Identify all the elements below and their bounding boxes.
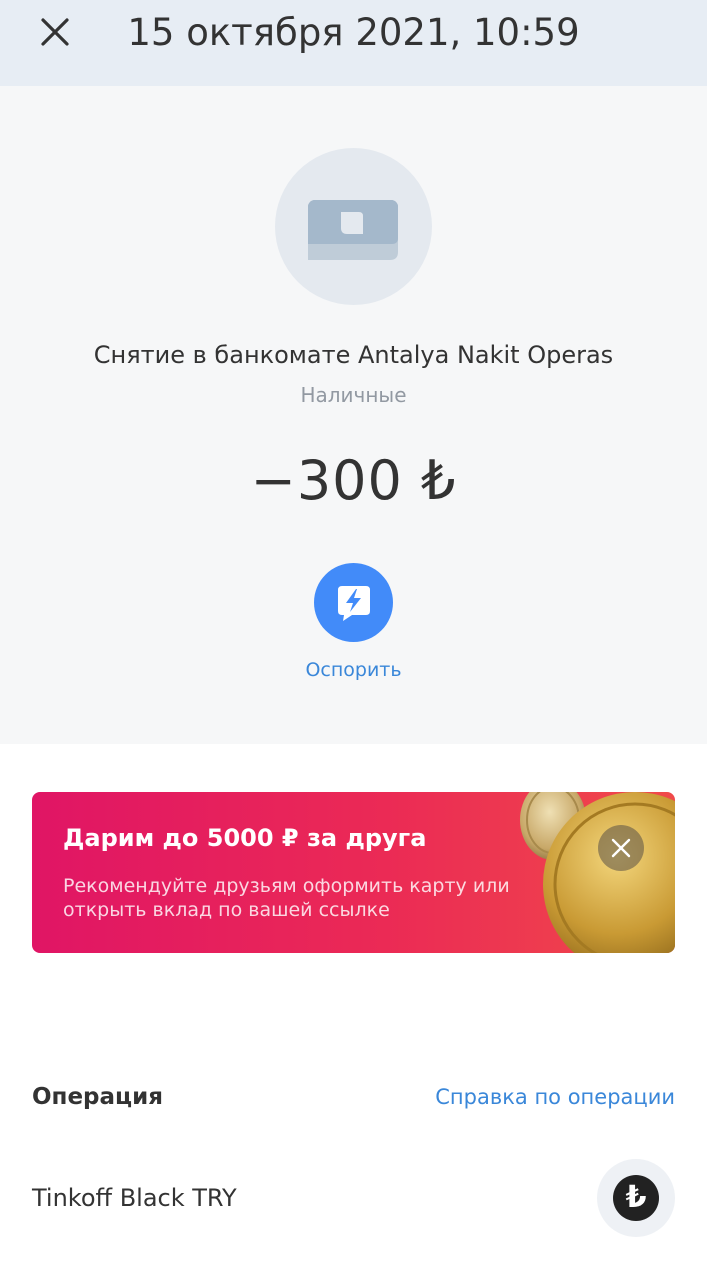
operation-name: Снятие в банкомате Antalya Nakit Operas bbox=[93, 341, 614, 369]
operation-help-link[interactable]: Справка по операции bbox=[435, 1083, 675, 1111]
coins-image bbox=[520, 792, 675, 953]
section-title: Операция bbox=[32, 1084, 163, 1110]
promo-close-button[interactable] bbox=[598, 825, 644, 871]
promo-title: Дарим до 5000 ₽ за друга bbox=[63, 824, 427, 852]
dispute-icon bbox=[337, 585, 370, 621]
close-icon bbox=[611, 838, 631, 858]
operation-summary: Снятие в банкомате Antalya Nakit Operas … bbox=[0, 86, 707, 744]
dispute-button[interactable] bbox=[314, 563, 393, 642]
header-title: 15 октября 2021, 10:59 bbox=[127, 11, 580, 54]
account-icon-container: ₺ bbox=[597, 1159, 675, 1237]
operation-icon bbox=[275, 148, 432, 305]
promo-banner[interactable]: Дарим до 5000 ₽ за друга Рекомендуйте др… bbox=[32, 792, 675, 953]
cash-icon bbox=[308, 200, 398, 260]
account-name: Tinkoff Black TRY bbox=[32, 1184, 237, 1212]
promo-text: Рекомендуйте друзьям оформить карту или … bbox=[63, 875, 510, 921]
lira-currency-icon: ₺ bbox=[613, 1175, 659, 1221]
operation-amount: −300 ₺ bbox=[250, 449, 457, 512]
dispute-label[interactable]: Оспорить bbox=[0, 657, 707, 683]
operation-category: Наличные bbox=[300, 383, 407, 407]
account-row[interactable]: Tinkoff Black TRY ₺ bbox=[0, 1158, 707, 1238]
header-bar: 15 октября 2021, 10:59 bbox=[0, 0, 707, 86]
